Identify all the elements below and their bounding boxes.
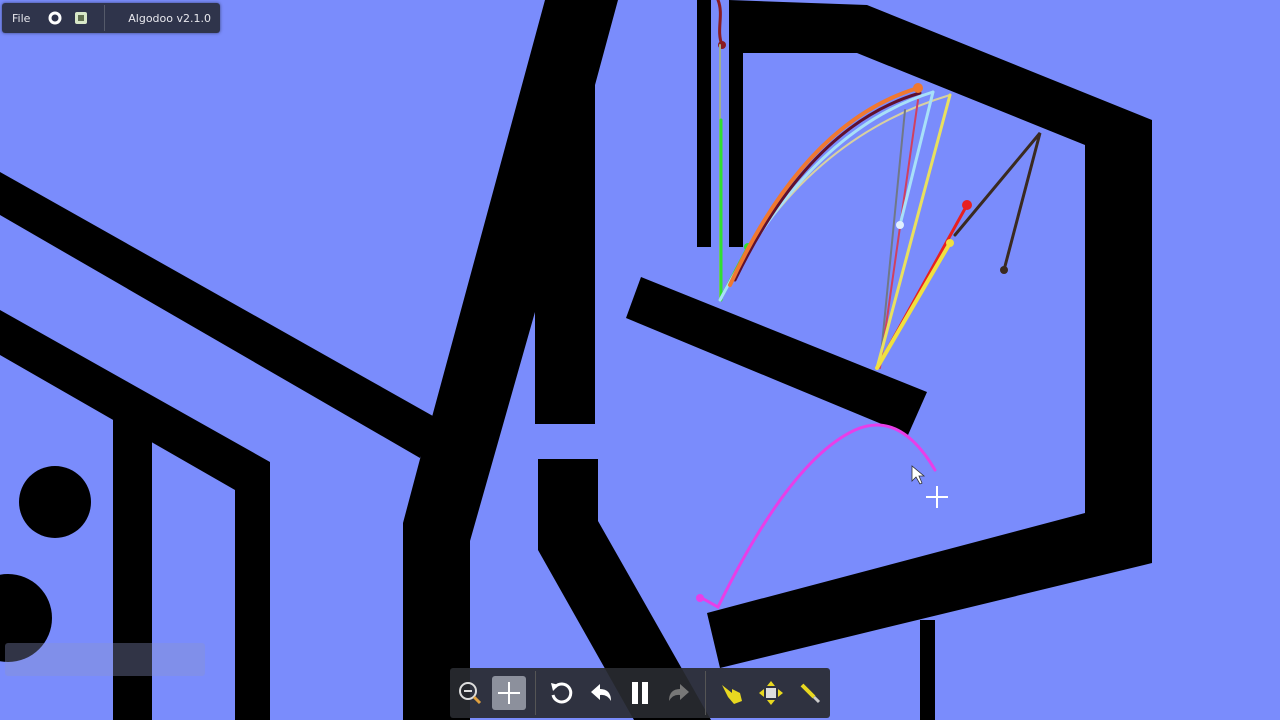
bottom-toolbar	[450, 668, 830, 718]
pause-button[interactable]	[623, 676, 656, 710]
pan-icon	[498, 682, 521, 704]
toolbar-divider	[534, 671, 536, 715]
settings-icon[interactable]	[48, 11, 62, 25]
zoom-button[interactable]	[453, 676, 486, 710]
undo-icon	[590, 684, 611, 701]
move-cursor-icon	[926, 486, 948, 508]
top-toolbar: File Algodoo v2.1.0	[2, 3, 220, 33]
window-icon[interactable]	[74, 11, 88, 25]
toolbar-divider	[104, 5, 106, 31]
sketch-tool-icon	[800, 683, 821, 704]
version-label: Algodoo v2.1.0	[128, 11, 211, 25]
move-tool-icon	[759, 681, 784, 705]
sketch-tool-button[interactable]	[794, 676, 827, 710]
thin-bar-left[interactable]	[697, 0, 711, 247]
simulation-canvas[interactable]	[0, 0, 1280, 720]
pan-button[interactable]	[492, 676, 526, 710]
reset-icon	[551, 682, 573, 704]
drag-tool-button[interactable]	[715, 676, 748, 710]
redo-icon	[669, 684, 690, 701]
move-tool-button[interactable]	[754, 676, 787, 710]
reset-button[interactable]	[545, 676, 578, 710]
pause-icon	[632, 682, 649, 704]
zoom-icon	[458, 682, 481, 705]
drag-tool-icon	[721, 685, 742, 704]
toolbar-divider	[705, 671, 707, 715]
frame-stem[interactable]	[920, 620, 935, 720]
mouse-pointer-icon	[911, 465, 926, 485]
undo-button[interactable]	[584, 676, 617, 710]
file-menu[interactable]: File	[12, 12, 30, 25]
faded-side-panel	[5, 643, 205, 676]
circle-body[interactable]	[19, 466, 91, 538]
left-diagonal-beam[interactable]	[0, 172, 440, 458]
redo-button[interactable]	[663, 676, 696, 710]
